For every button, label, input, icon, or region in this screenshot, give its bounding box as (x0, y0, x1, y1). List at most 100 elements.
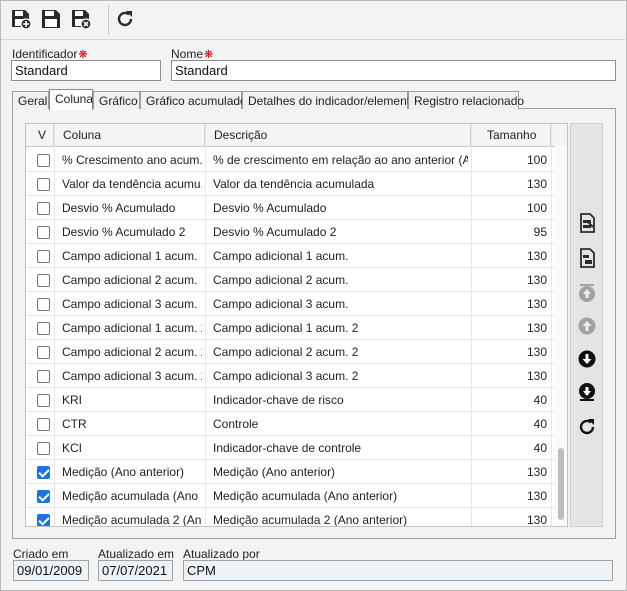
table-row[interactable]: Campo adicional 3 acum. Campo adicional 3… (26, 292, 556, 316)
cell-tamanho: 130 (526, 345, 547, 359)
table-row[interactable]: Campo adicional 2 acum. Campo adicional 2… (26, 268, 556, 292)
table-row[interactable]: KCI Indicador-chave de controle 40 (26, 436, 556, 460)
table-row[interactable]: Campo adicional 1 acum. Campo adicional 1… (26, 244, 556, 268)
cell-tamanho: 130 (526, 513, 547, 527)
cell-tamanho: 130 (526, 273, 547, 287)
cell-coluna: Medição (Ano anterior) (62, 465, 185, 479)
cell-coluna: Medição acumulada (Ano ... (62, 489, 202, 503)
identificador-label: Identificador❋ (12, 47, 88, 61)
cell-descricao: Indicador-chave de controle (213, 441, 362, 455)
tab-grafico-acumulado[interactable]: Gráfico acumulado (140, 91, 247, 109)
tab-coluna[interactable]: Coluna (49, 89, 93, 110)
header-v[interactable]: V (26, 124, 54, 147)
atualizado-por-label: Atualizado por (183, 547, 260, 561)
toolbar (1, 1, 625, 40)
toolbar-separator (108, 5, 109, 35)
cell-descricao: Desvio % Acumulado (213, 201, 327, 215)
move-up-icon[interactable] (576, 315, 598, 337)
cell-coluna: % Crescimento ano acum. (62, 153, 202, 167)
atualizado-field: 07/07/2021 (98, 560, 173, 581)
row-checkbox[interactable] (37, 346, 50, 359)
criado-label: Criado em (13, 547, 69, 561)
cell-tamanho: 40 (533, 393, 547, 407)
table-row[interactable]: Medição acumulada (Ano ... Medição acumul… (26, 484, 556, 508)
restore-icon[interactable] (576, 416, 598, 438)
table-row[interactable]: % Crescimento ano acum. % de crescimento … (26, 148, 556, 172)
header-coluna[interactable]: Coluna (54, 124, 205, 147)
cell-descricao: Campo adicional 1 acum. (213, 249, 349, 263)
table-row[interactable]: Medição (Ano anterior) Medição (Ano anter… (26, 460, 556, 484)
row-checkbox[interactable] (37, 250, 50, 263)
cell-descricao: Indicador-chave de risco (213, 393, 344, 407)
table-row[interactable]: KRI Indicador-chave de risco 40 (26, 388, 556, 412)
column-separator (54, 124, 55, 526)
cell-descricao: Valor da tendência acumulada (213, 177, 375, 191)
save-close-icon[interactable] (69, 7, 93, 31)
table-row[interactable]: Campo adicional 2 acum. 2 Campo adicional… (26, 340, 556, 364)
atualizado-label: Atualizado em (98, 547, 175, 561)
row-checkbox[interactable] (37, 418, 50, 431)
header-descricao[interactable]: Descrição (205, 124, 471, 147)
refresh-icon[interactable] (113, 7, 137, 31)
tab-detalhes-indicador[interactable]: Detalhes do indicador/elemento (242, 91, 417, 109)
cell-descricao: % de crescimento em relação ao ano anter… (213, 153, 468, 167)
cell-tamanho: 100 (526, 153, 547, 167)
identificador-field[interactable]: Standard (11, 60, 161, 81)
row-checkbox[interactable] (37, 274, 50, 287)
grid-scrollbar[interactable] (555, 146, 567, 526)
table-row[interactable]: Campo adicional 1 acum. 2 Campo adicional… (26, 316, 556, 340)
cell-tamanho: 130 (526, 489, 547, 503)
nome-field[interactable]: Standard (171, 60, 616, 81)
cell-coluna: Valor da tendência acumu... (62, 177, 202, 191)
row-checkbox[interactable] (37, 226, 50, 239)
cell-descricao: Medição (Ano anterior) (213, 465, 336, 479)
edit-column-icon[interactable] (576, 212, 598, 234)
row-checkbox[interactable] (37, 202, 50, 215)
row-checkbox[interactable] (37, 490, 50, 503)
row-checkbox[interactable] (37, 322, 50, 335)
table-row[interactable]: CTR Controle 40 (26, 412, 556, 436)
row-checkbox[interactable] (37, 154, 50, 167)
cell-descricao: Controle (213, 417, 259, 431)
column-separator (471, 124, 472, 526)
scrollbar-thumb[interactable] (558, 448, 564, 520)
cell-coluna: Campo adicional 2 acum. 2 (62, 345, 202, 359)
cell-descricao: Medição acumulada 2 (Ano anterior) (213, 513, 408, 527)
row-checkbox[interactable] (37, 298, 50, 311)
cell-coluna: Campo adicional 3 acum. (62, 297, 198, 311)
table-row[interactable]: Desvio % Acumulado 2 Desvio % Acumulado 2… (26, 220, 556, 244)
row-checkbox[interactable] (37, 370, 50, 383)
cell-tamanho: 130 (526, 249, 547, 263)
cell-descricao: Desvio % Acumulado 2 (213, 225, 337, 239)
table-row[interactable]: Desvio % Acumulado Desvio % Acumulado 100 (26, 196, 556, 220)
column-properties-icon[interactable] (576, 247, 598, 269)
cell-coluna: Desvio % Acumulado 2 (62, 225, 186, 239)
row-checkbox[interactable] (37, 394, 50, 407)
criado-field: 09/01/2009 (13, 560, 89, 581)
cell-coluna: KRI (62, 393, 83, 407)
cell-tamanho: 130 (526, 297, 547, 311)
tab-geral[interactable]: Geral (12, 91, 49, 109)
move-down-icon[interactable] (576, 348, 598, 370)
header-tamanho[interactable]: Tamanho (471, 124, 551, 147)
move-top-icon[interactable] (576, 282, 598, 304)
nome-label: Nome❋ (171, 47, 214, 61)
cell-coluna: Campo adicional 3 acum. 2 (62, 369, 202, 383)
cell-coluna: CTR (62, 417, 87, 431)
table-row[interactable]: Campo adicional 3 acum. 2 Campo adicional… (26, 364, 556, 388)
save-icon[interactable] (39, 7, 63, 31)
row-checkbox[interactable] (37, 514, 50, 526)
cell-tamanho: 130 (526, 177, 547, 191)
cell-descricao: Campo adicional 2 acum. (213, 273, 349, 287)
tab-registro-relacionado[interactable]: Registro relacionado (408, 91, 524, 109)
table-row[interactable]: Valor da tendência acumu... Valor da tend… (26, 172, 556, 196)
row-checkbox[interactable] (37, 178, 50, 191)
table-row[interactable]: Medição acumulada 2 (An... Medição acumul… (26, 508, 556, 527)
column-actions-bar (570, 123, 603, 527)
tab-grafico[interactable]: Gráfico (93, 91, 140, 109)
save-new-icon[interactable] (9, 7, 33, 31)
row-checkbox[interactable] (37, 442, 50, 455)
move-bottom-icon[interactable] (576, 381, 598, 403)
row-checkbox[interactable] (37, 466, 50, 479)
cell-coluna: Campo adicional 1 acum. (62, 249, 198, 263)
